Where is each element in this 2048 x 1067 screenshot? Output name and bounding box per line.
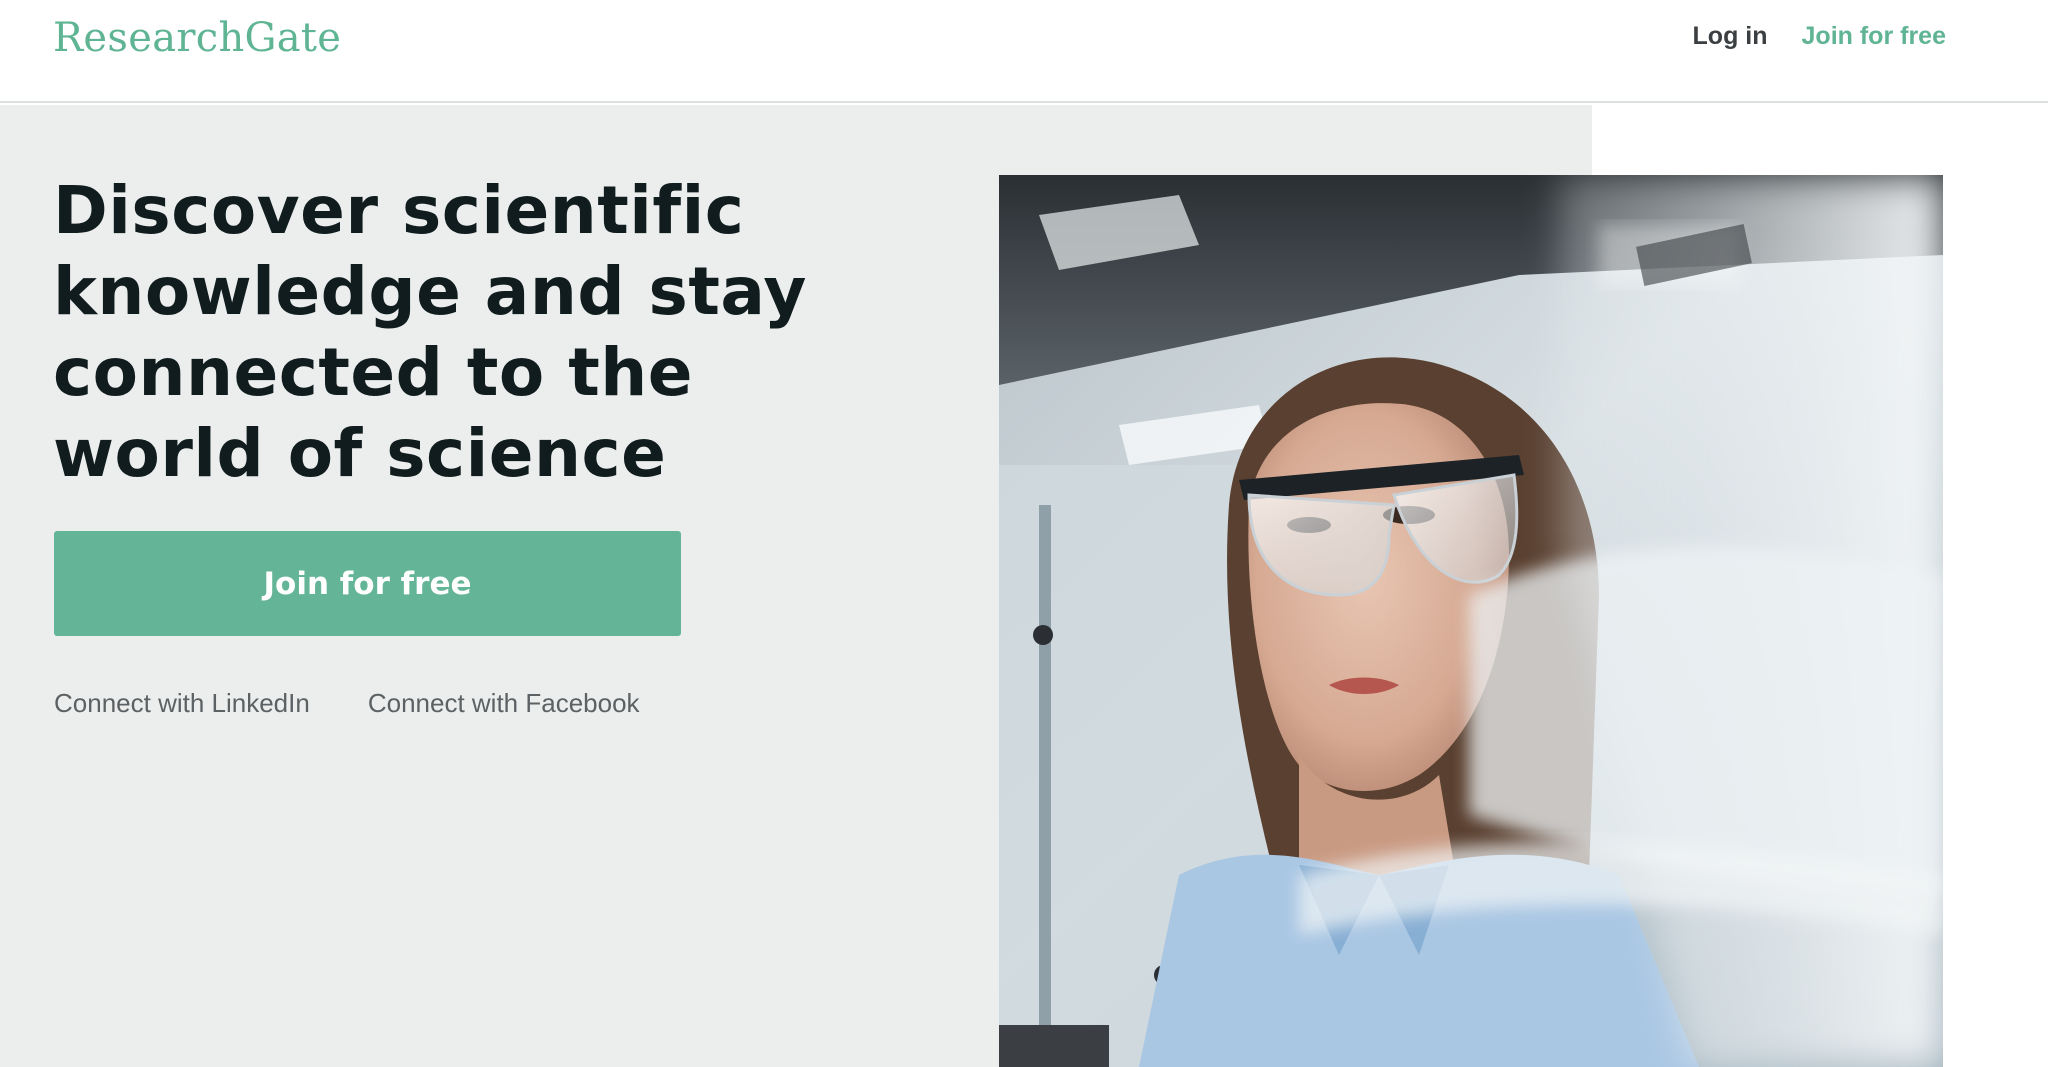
social-connect: Connect with LinkedIn Connect with Faceb…	[54, 688, 640, 719]
join-link[interactable]: Join for free	[1802, 22, 1946, 51]
header-nav: Log in Join for free	[1693, 22, 1946, 51]
connect-linkedin-link[interactable]: Connect with LinkedIn	[54, 688, 310, 719]
researchgate-logo[interactable]: ResearchGate	[53, 15, 341, 61]
login-link[interactable]: Log in	[1693, 22, 1768, 51]
connect-facebook-link[interactable]: Connect with Facebook	[368, 688, 640, 719]
hero-headline: Discover scientific knowledge and stay c…	[53, 172, 807, 492]
hero-photo-scientist	[999, 175, 1943, 1067]
top-header: ResearchGate Log in Join for free	[0, 0, 2048, 103]
join-for-free-button[interactable]: Join for free	[54, 531, 681, 636]
